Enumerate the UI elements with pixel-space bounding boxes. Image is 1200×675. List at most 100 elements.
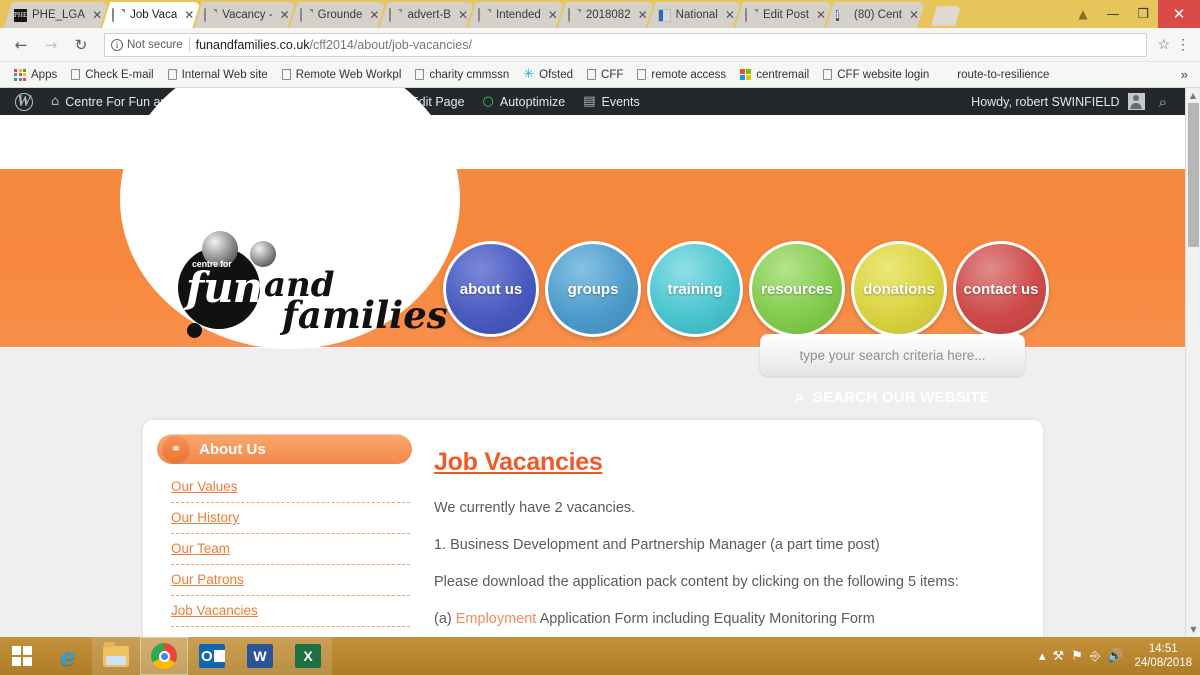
browser-window: PHE PHE_LGA ✕ Job Vaca ✕ Vacancy - ✕ Gro…	[0, 0, 1200, 637]
search-icon: ⌕	[795, 387, 805, 407]
browser-tab-0[interactable]: PHE PHE_LGA ✕	[4, 2, 108, 28]
forward-button[interactable]: →	[38, 32, 64, 58]
document-favicon-icon	[568, 9, 581, 22]
scroll-up-icon[interactable]: ▲	[1186, 88, 1200, 103]
bookmark-ofsted[interactable]: ✳ Ofsted	[517, 65, 579, 84]
scrollbar-thumb[interactable]	[1188, 103, 1199, 247]
bookmark-charity-cmmssn[interactable]: charity cmmssn	[409, 67, 515, 83]
browser-tab-5[interactable]: Intended ✕	[468, 2, 564, 28]
page-title: Job Vacancies	[434, 448, 603, 476]
browser-tab-2[interactable]: Vacancy - ✕	[194, 2, 295, 28]
scroll-down-icon[interactable]: ▼	[1186, 622, 1200, 637]
tab-close-icon[interactable]: ✕	[725, 9, 735, 21]
document-favicon-icon	[389, 9, 402, 22]
bookmark-remote-access[interactable]: remote access	[631, 67, 732, 83]
bookmark-centremail[interactable]: centremail	[734, 67, 815, 83]
nav-item-donations[interactable]: donations	[851, 241, 947, 337]
tab-close-icon[interactable]: ✕	[816, 9, 826, 21]
howdy-label[interactable]: Howdy, robert SWINFIELD	[971, 95, 1119, 109]
user-profile-icon[interactable]: ▲	[1068, 0, 1098, 28]
tab-close-icon[interactable]: ✕	[909, 9, 919, 21]
avatar[interactable]	[1127, 93, 1145, 110]
tab-label: Grounde	[317, 9, 363, 21]
taskbar-item-outlook[interactable]: O	[188, 637, 236, 675]
sidebar-link[interactable]: Job Vacancies	[171, 596, 410, 626]
sidebar-link[interactable]: Our Patrons	[171, 565, 410, 595]
browser-menu-icon[interactable]: ⋮	[1174, 36, 1192, 53]
browser-tab-4[interactable]: advert-B ✕	[379, 2, 474, 28]
nav-item-about-us[interactable]: about us	[443, 241, 539, 337]
sidebar-item-our-patrons[interactable]: Our Patrons	[171, 565, 410, 596]
sidebar-item-job-vacancies[interactable]: Job Vacancies	[171, 596, 410, 627]
close-window-button[interactable]: ✕	[1158, 0, 1200, 28]
site-logo[interactable]: centre for fun and families	[172, 231, 448, 339]
wp-logo-button[interactable]: W	[6, 88, 42, 115]
download-item-a: (a) Employment Application Form includin…	[434, 610, 1003, 628]
browser-tab-8[interactable]: Edit Post ✕	[735, 2, 832, 28]
bookmark-star-icon[interactable]: ☆	[1157, 36, 1170, 53]
taskbar-item-excel[interactable]: X	[284, 637, 332, 675]
tab-strip: PHE PHE_LGA ✕ Job Vaca ✕ Vacancy - ✕ Gro…	[0, 0, 1200, 28]
document-icon	[587, 69, 597, 80]
tab-close-icon[interactable]: ✕	[638, 9, 648, 21]
document-icon	[637, 69, 647, 80]
sidebar-item-our-values[interactable]: Our Values	[171, 472, 410, 503]
network-icon[interactable]: ⚑	[1071, 649, 1083, 664]
nav-item-groups[interactable]: groups	[545, 241, 641, 337]
search-submit-button[interactable]: ⌕ SEARCH OUR WEBSITE	[760, 387, 1025, 407]
bookmark-label: Remote Web Workpl	[295, 68, 402, 81]
wp-events-button[interactable]: ▤ Events	[574, 88, 649, 115]
tab-close-icon[interactable]: ✕	[184, 9, 194, 21]
bookmark-route-to-resilience[interactable]: route-to-resilience	[951, 67, 1055, 83]
tab-close-icon[interactable]: ✕	[369, 9, 379, 21]
volume-icon[interactable]: 🔊	[1107, 649, 1123, 664]
taskbar-item-word[interactable]: W	[236, 637, 284, 675]
start-button[interactable]	[0, 637, 44, 675]
taskbar-item-file-explorer[interactable]	[92, 637, 140, 675]
minimize-button[interactable]: —	[1098, 0, 1128, 28]
browser-tab-6[interactable]: 2018082 ✕	[558, 2, 654, 28]
tab-close-icon[interactable]: ✕	[458, 9, 468, 21]
notifications-icon[interactable]: ⚒	[1053, 649, 1065, 664]
wp-autoptimize-button[interactable]: ○ Autoptimize	[474, 88, 575, 115]
tab-close-icon[interactable]: ✕	[548, 9, 558, 21]
bookmark-cff-website-login[interactable]: CFF website login	[817, 67, 935, 83]
page-scrollbar[interactable]: ▲ ▼	[1185, 88, 1200, 637]
bookmark-cff[interactable]: CFF	[581, 67, 629, 83]
bookmark-apps[interactable]: Apps	[8, 67, 63, 83]
search-input[interactable]: type your search criteria here...	[799, 348, 985, 363]
employment-link[interactable]: Employment	[456, 611, 537, 627]
search-input-wrapper[interactable]: type your search criteria here...	[760, 334, 1025, 376]
intro-paragraph: We currently have 2 vacancies.	[434, 500, 636, 516]
show-hidden-icons[interactable]: ▴	[1039, 649, 1046, 664]
bookmark-check-email[interactable]: Check E-mail	[65, 67, 159, 83]
back-button[interactable]: ←	[8, 32, 34, 58]
search-icon[interactable]: ⌕	[1153, 93, 1173, 111]
nav-item-contact-us[interactable]: contact us	[953, 241, 1049, 337]
nav-item-resources[interactable]: resources	[749, 241, 845, 337]
sidebar-item-our-team[interactable]: Our Team	[171, 534, 410, 565]
address-bar[interactable]: i Not secure funandfamilies.co.uk/cff201…	[104, 32, 1148, 57]
tab-close-icon[interactable]: ✕	[280, 9, 290, 21]
action-center-icon[interactable]: ⎆	[1090, 649, 1100, 664]
bookmarks-overflow-icon[interactable]: »	[1181, 67, 1192, 82]
browser-tab-7[interactable]: National ✕	[648, 2, 741, 28]
taskbar-item-google-chrome[interactable]	[140, 637, 188, 675]
sidebar-item-our-history[interactable]: Our History	[171, 503, 410, 534]
sidebar-link[interactable]: Our Values	[171, 472, 410, 502]
maximize-restore-button[interactable]: ❐	[1128, 0, 1158, 28]
nav-item-training[interactable]: training	[647, 241, 743, 337]
clock[interactable]: 14:51 24/08/2018	[1130, 642, 1192, 670]
sidebar-link[interactable]: Our History	[171, 503, 410, 533]
taskbar-item-internet-explorer[interactable]: e	[44, 637, 92, 675]
browser-tab-3[interactable]: Grounde ✕	[290, 2, 386, 28]
browser-tab-1[interactable]: Job Vaca ✕	[102, 2, 200, 28]
reload-button[interactable]: ↻	[68, 32, 94, 58]
browser-tab-9[interactable]: f (80) Cent ✕	[826, 2, 925, 28]
bookmark-remote-web-workplace[interactable]: Remote Web Workpl	[276, 67, 408, 83]
sidebar-link[interactable]: Our Team	[171, 534, 410, 564]
tab-close-icon[interactable]: ✕	[92, 9, 102, 21]
new-tab-button[interactable]	[931, 6, 961, 26]
security-badge[interactable]: i Not secure	[111, 38, 183, 51]
bookmark-internal-web-site[interactable]: Internal Web site	[162, 67, 274, 83]
